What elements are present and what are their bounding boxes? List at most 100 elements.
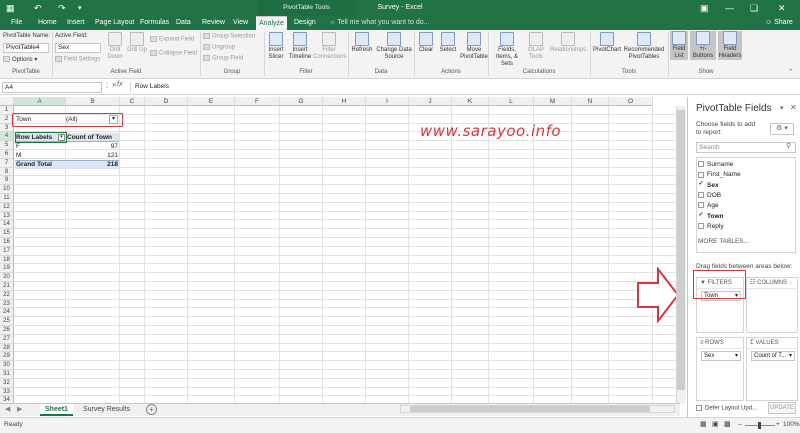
recommended-pivottables-button[interactable]: Recommended PivotTables — [622, 32, 666, 61]
drill-down-button[interactable]: Drill Down — [104, 32, 126, 61]
update-button[interactable]: UPDATE — [768, 402, 796, 414]
row-header[interactable]: 22 — [0, 290, 14, 300]
row-header[interactable]: 23 — [0, 299, 14, 309]
column-header[interactable]: L — [489, 97, 534, 106]
column-header[interactable]: D — [145, 97, 188, 106]
page-layout-view-icon[interactable]: ▣ — [712, 418, 719, 432]
pane-menu-icon[interactable]: ▾ — [780, 104, 784, 112]
column-header[interactable]: H — [323, 97, 366, 106]
page-break-view-icon[interactable]: ▩ — [724, 418, 731, 432]
normal-view-icon[interactable]: ▦ — [700, 418, 707, 432]
column-header[interactable]: E — [188, 97, 235, 106]
worksheet-grid[interactable]: ABCDEFGHIJKLMNO 1 2 3 4 5 6 7 8 9 10 11 12 13 14 15 16 1… — [0, 97, 680, 403]
row-header[interactable]: 13 — [0, 211, 14, 221]
row-header[interactable]: 32 — [0, 378, 14, 388]
row-header[interactable]: 17 — [0, 246, 14, 256]
tab-home[interactable]: Home — [35, 16, 60, 30]
column-header[interactable]: J — [409, 97, 452, 106]
row-header[interactable]: 34 — [0, 396, 14, 403]
zoom-level[interactable]: 100% — [783, 418, 800, 432]
row-header[interactable]: 28 — [0, 343, 14, 353]
pane-close-icon[interactable]: ✕ — [790, 103, 797, 112]
field-search-input[interactable]: Search — [696, 142, 796, 153]
row-header[interactable]: 9 — [0, 176, 14, 186]
zoom-out-icon[interactable]: – — [738, 418, 742, 432]
row-header[interactable]: 5 — [0, 141, 14, 150]
column-header[interactable]: F — [235, 97, 280, 106]
tab-design[interactable]: Design — [291, 16, 319, 30]
row-header[interactable]: 31 — [0, 370, 14, 379]
column-header[interactable]: K — [452, 97, 489, 106]
vertical-scroll-thumb[interactable] — [677, 110, 685, 390]
row-header[interactable]: 4 — [0, 132, 14, 142]
tab-view[interactable]: View — [230, 16, 251, 30]
checkbox-icon[interactable] — [698, 161, 704, 168]
row-header[interactable]: 25 — [0, 317, 14, 326]
row-header[interactable]: 11 — [0, 194, 14, 203]
formula-input[interactable]: Row Labels — [130, 82, 685, 93]
field-item[interactable]: DOB — [698, 192, 721, 200]
field-item[interactable]: ✓ Town — [698, 212, 723, 221]
undo-icon[interactable]: ↶ — [34, 0, 42, 17]
collapse-ribbon-icon[interactable]: ⌃ — [788, 68, 794, 76]
field-settings-button[interactable]: Field Settings — [55, 56, 100, 63]
group-selection-button[interactable]: Group Selection — [203, 33, 255, 40]
column-header[interactable]: M — [534, 97, 572, 106]
customize-qat-icon[interactable]: ▾ — [78, 0, 82, 17]
drill-up-button[interactable]: Drill Up — [126, 32, 148, 54]
row-header[interactable]: 21 — [0, 282, 14, 291]
fx-icon[interactable]: fx — [117, 81, 122, 88]
field-list-button[interactable]: Field List — [670, 31, 688, 60]
column-header[interactable]: I — [366, 97, 409, 106]
column-header[interactable]: N — [572, 97, 609, 106]
row-header[interactable]: 15 — [0, 229, 14, 238]
row-header[interactable]: 14 — [0, 220, 14, 230]
cancel-icon[interactable]: ⋮ ✕ — [104, 82, 117, 89]
tell-me-search[interactable]: ☼ Tell me what you want to do... — [326, 16, 432, 30]
values-chip-count-town[interactable]: Count of T... ▾ — [751, 351, 795, 361]
horizontal-scroll-thumb[interactable] — [410, 406, 650, 412]
ribbon-options-icon[interactable]: ▣ — [700, 0, 709, 17]
defer-checkbox-box[interactable] — [696, 405, 702, 411]
tab-page-layout[interactable]: Page Layout — [92, 16, 137, 30]
row-header[interactable]: 7 — [0, 158, 14, 168]
row-header[interactable]: 20 — [0, 273, 14, 282]
pivotchart-button[interactable]: PivotChart — [592, 32, 622, 54]
field-item[interactable]: Surname — [698, 161, 733, 169]
tab-review[interactable]: Review — [199, 16, 228, 30]
tab-insert[interactable]: Insert — [64, 16, 88, 30]
row-header[interactable]: 12 — [0, 202, 14, 212]
field-headers-button[interactable]: Field Headers — [718, 31, 742, 60]
change-data-source-button[interactable]: Change Data Source — [375, 32, 413, 61]
select-button[interactable]: Select — [437, 32, 459, 54]
checkbox-icon[interactable] — [698, 171, 704, 178]
column-header[interactable]: G — [280, 97, 323, 106]
row-header[interactable]: 27 — [0, 334, 14, 344]
row-header[interactable]: 29 — [0, 352, 14, 362]
filter-connections-button[interactable]: Filter Connections — [313, 32, 346, 61]
tab-data[interactable]: Data — [173, 16, 194, 30]
active-field-input[interactable]: Sex — [55, 43, 101, 53]
column-header[interactable]: B — [66, 97, 120, 106]
rows-chip-sex[interactable]: Sex ▾ — [701, 351, 741, 361]
zoom-slider-thumb[interactable] — [758, 422, 761, 429]
checked-checkbox-icon[interactable]: ✓ — [698, 212, 704, 219]
chip-dropdown-icon[interactable]: ▾ — [789, 352, 792, 360]
row-header[interactable]: 19 — [0, 264, 14, 274]
close-icon[interactable]: ✕ — [778, 0, 786, 17]
expand-field-button[interactable]: Expand Field — [150, 36, 194, 43]
tab-analyze[interactable]: Analyze — [256, 16, 287, 30]
zoom-in-icon[interactable]: + — [776, 418, 780, 432]
redo-icon[interactable]: ↷ — [58, 0, 66, 17]
column-header[interactable]: O — [609, 97, 653, 106]
pivottable-name-input[interactable]: PivotTable4 — [3, 43, 49, 53]
gear-icon[interactable]: ⚙ ▾ — [770, 123, 794, 135]
refresh-button[interactable]: Refresh — [350, 32, 374, 54]
plus-minus-buttons-button[interactable]: +/- Buttons — [690, 31, 716, 60]
fields-items-sets-button[interactable]: Fields, Items, & Sets — [490, 32, 524, 68]
insert-slicer-button[interactable]: Insert Slicer — [266, 32, 286, 61]
row-header[interactable]: 30 — [0, 361, 14, 370]
insert-timeline-button[interactable]: Insert Timeline — [288, 32, 312, 61]
row-header[interactable]: 8 — [0, 167, 14, 177]
minimize-icon[interactable]: — — [725, 0, 734, 17]
